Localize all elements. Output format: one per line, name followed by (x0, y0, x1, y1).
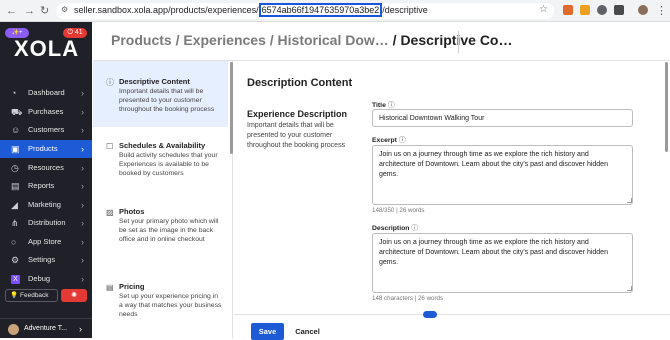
chevron-right-icon: › (81, 107, 84, 117)
bug-report-button[interactable]: ✺ (61, 289, 87, 302)
bug-icon: ✺ (71, 292, 77, 299)
calendar-icon: ☐ (106, 142, 114, 151)
group-description: Important details that will be presented… (247, 122, 346, 149)
chevron-right-icon: › (81, 163, 84, 173)
browser-toolbar: ← → ↻ ⚙ seller.sandbox.xola.app/products… (0, 0, 670, 22)
section-title: Description Content (247, 77, 353, 89)
excerpt-counter: 148/350 | 26 words (372, 207, 425, 214)
bookmark-star-icon[interactable]: ☆ (539, 4, 548, 15)
breadcrumb-experience[interactable]: Historical Dow… (278, 32, 389, 48)
steps-scrollbar[interactable] (230, 62, 233, 154)
sidebar-item-products[interactable]: ▣ Products › (0, 140, 92, 158)
chevron-right-icon: › (81, 255, 84, 265)
url-text: seller.sandbox.xola.app/products/experie… (74, 3, 428, 17)
account-switcher[interactable]: Adventure T... › (0, 318, 92, 338)
users-icon: ☺ (11, 125, 21, 135)
breadcrumb-products[interactable]: Products / (111, 32, 179, 48)
sidebar-item-customers[interactable]: ☺ Customers › (0, 121, 92, 139)
box-icon: ▣ (11, 144, 20, 154)
sidebar-item-debug[interactable]: X Debug › (0, 270, 92, 288)
step-pricing[interactable]: ▤ Pricing Set up your experience pricing… (93, 282, 228, 319)
clock-icon: ◷ (11, 163, 19, 173)
feedback-button[interactable]: 💡 Feedback (5, 289, 58, 302)
chevron-right-icon: › (81, 274, 84, 284)
pricing-icon: ▤ (106, 283, 114, 292)
sidebar-item-dashboard[interactable]: ◔ Dashboard › (0, 84, 92, 102)
main-content: Description Content Experience Descripti… (234, 61, 670, 338)
breadcrumb-experiences[interactable]: Experiences / (183, 32, 273, 48)
chevron-right-icon: › (81, 200, 84, 210)
step-photos[interactable]: ▨ Photos Set your primary photo which wi… (93, 207, 228, 244)
cart-icon: ⛟ (11, 107, 23, 117)
extension-icon[interactable] (580, 5, 590, 15)
sidebar-item-resources[interactable]: ◷ Resources › (0, 159, 92, 177)
image-icon: ▨ (106, 208, 114, 217)
breadcrumb: Products / Experiences / Historical Dow…… (111, 32, 513, 48)
resize-handle[interactable] (627, 286, 632, 291)
info-icon[interactable]: ⓘ (399, 137, 406, 144)
page-scrollbar[interactable] (665, 62, 668, 152)
step-descriptive-content[interactable]: ⓘ Descriptive Content Important details … (93, 61, 228, 127)
divider (458, 31, 459, 53)
description-label: Description ⓘ (372, 225, 419, 232)
chart-icon: ▤ (11, 181, 20, 191)
chevron-right-icon: › (81, 237, 84, 247)
excerpt-textarea[interactable]: Join us on a journey through time as we … (372, 145, 633, 205)
description-counter: 148 characters | 26 words (372, 295, 444, 302)
chevron-right-icon: › (81, 88, 84, 98)
step-schedules[interactable]: ☐ Schedules & Availability Build activit… (93, 141, 228, 178)
network-icon: ⋔ (11, 218, 19, 228)
sidebar: ✨+ ⏻ 41 XOLA ◔ Dashboard › ⛟ Purchases › ☺ Cu… (0, 22, 92, 338)
excerpt-label: Excerpt ⓘ (372, 137, 406, 144)
group-title: Experience Description (247, 109, 348, 119)
site-settings-icon[interactable]: ⚙ (61, 5, 68, 14)
steps-nav: ⓘ Descriptive Content Important details … (93, 61, 233, 338)
chevron-right-icon: › (81, 218, 84, 228)
extension-icon[interactable] (597, 5, 607, 15)
back-icon[interactable]: ← (6, 4, 17, 18)
store-icon: ○ (11, 237, 17, 247)
address-bar[interactable]: ⚙ seller.sandbox.xola.app/products/exper… (56, 3, 554, 19)
sidebar-item-distribution[interactable]: ⋔ Distribution › (0, 214, 92, 232)
info-icon[interactable]: ⓘ (388, 102, 395, 109)
forward-icon[interactable]: → (24, 4, 35, 18)
save-button[interactable]: Save (251, 323, 284, 340)
gauge-icon: ◔ (11, 88, 17, 98)
lightbulb-icon: 💡 (10, 292, 19, 299)
cancel-button[interactable]: Cancel (290, 323, 325, 340)
profile-avatar[interactable] (638, 5, 648, 15)
menu-dots-icon[interactable]: ⋮ (656, 4, 667, 18)
sidebar-item-app-store[interactable]: ○ App Store › (0, 233, 92, 251)
xola-logo[interactable]: XOLA (14, 36, 79, 62)
megaphone-icon: ◢ (11, 200, 18, 210)
extension-icon[interactable] (563, 5, 573, 15)
description-textarea[interactable]: Join us on a journey through time as we … (372, 233, 633, 293)
avatar (8, 324, 19, 335)
url-highlight: 6574ab66f1947635970a3be2 (258, 3, 383, 17)
chevron-right-icon: › (81, 181, 84, 191)
breadcrumb-current: / Descriptive Co… (392, 32, 513, 48)
resize-handle[interactable] (627, 198, 632, 203)
sidebar-item-reports[interactable]: ▤ Reports › (0, 177, 92, 195)
puzzle-icon[interactable] (614, 5, 624, 15)
sidebar-item-settings[interactable]: ⚙ Settings › (0, 251, 92, 269)
toggle-switch[interactable] (423, 311, 437, 318)
info-icon[interactable]: ⓘ (411, 225, 418, 232)
reload-icon[interactable]: ↻ (40, 4, 49, 18)
chevron-right-icon: › (79, 324, 82, 334)
x-logo-icon: X (11, 275, 20, 284)
gear-icon: ⚙ (11, 255, 20, 265)
form-footer: Save Cancel (234, 311, 670, 340)
chevron-right-icon: › (81, 144, 84, 154)
chevron-right-icon: › (81, 125, 84, 135)
title-input[interactable]: Historical Downtown Walking Tour (372, 109, 633, 127)
sidebar-item-purchases[interactable]: ⛟ Purchases › (0, 103, 92, 121)
info-icon: ⓘ (106, 78, 114, 87)
sidebar-item-marketing[interactable]: ◢ Marketing › (0, 196, 92, 214)
